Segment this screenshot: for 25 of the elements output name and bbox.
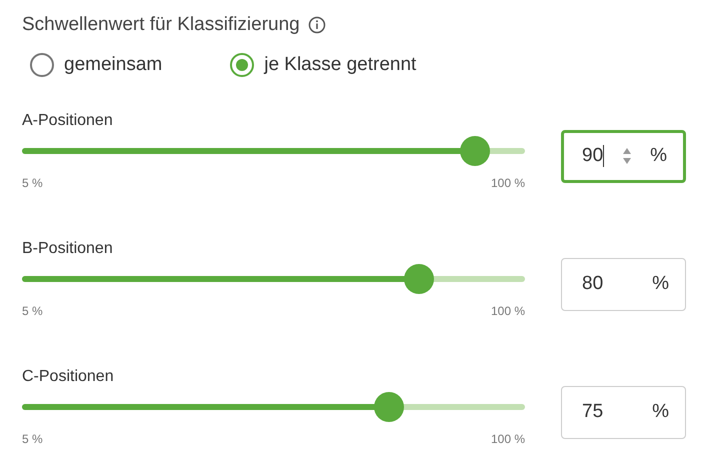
min-label: 5 %: [22, 304, 43, 318]
section-title: Schwellenwert für Klassifizierung: [22, 14, 300, 36]
slider[interactable]: [22, 392, 525, 422]
radio-option[interactable]: je Klasse getrennt: [230, 53, 416, 77]
info-icon[interactable]: [308, 16, 326, 34]
number-field[interactable]: 80 %: [561, 258, 686, 310]
spinner-icon[interactable]: [622, 147, 632, 165]
slider-label: C-Positionen: [22, 368, 115, 386]
min-label: 5 %: [22, 176, 43, 190]
slider-thumb[interactable]: [460, 136, 490, 166]
slider-label: B-Positionen: [22, 240, 114, 258]
radio-button[interactable]: [230, 53, 254, 77]
number-field[interactable]: 90 %: [561, 130, 686, 182]
max-label: 100 %: [490, 176, 525, 190]
slider[interactable]: [22, 264, 525, 294]
slider[interactable]: [22, 136, 525, 166]
slider-thumb[interactable]: [404, 264, 434, 294]
slider-thumb[interactable]: [374, 392, 404, 422]
radio-option[interactable]: gemeinsam: [30, 53, 162, 77]
radio-button[interactable]: [30, 53, 54, 77]
min-label: 5 %: [22, 432, 43, 446]
slider-label: A-Positionen: [22, 112, 114, 130]
number-field[interactable]: 75 %: [561, 386, 686, 438]
max-label: 100 %: [490, 432, 525, 446]
max-label: 100 %: [490, 304, 525, 318]
